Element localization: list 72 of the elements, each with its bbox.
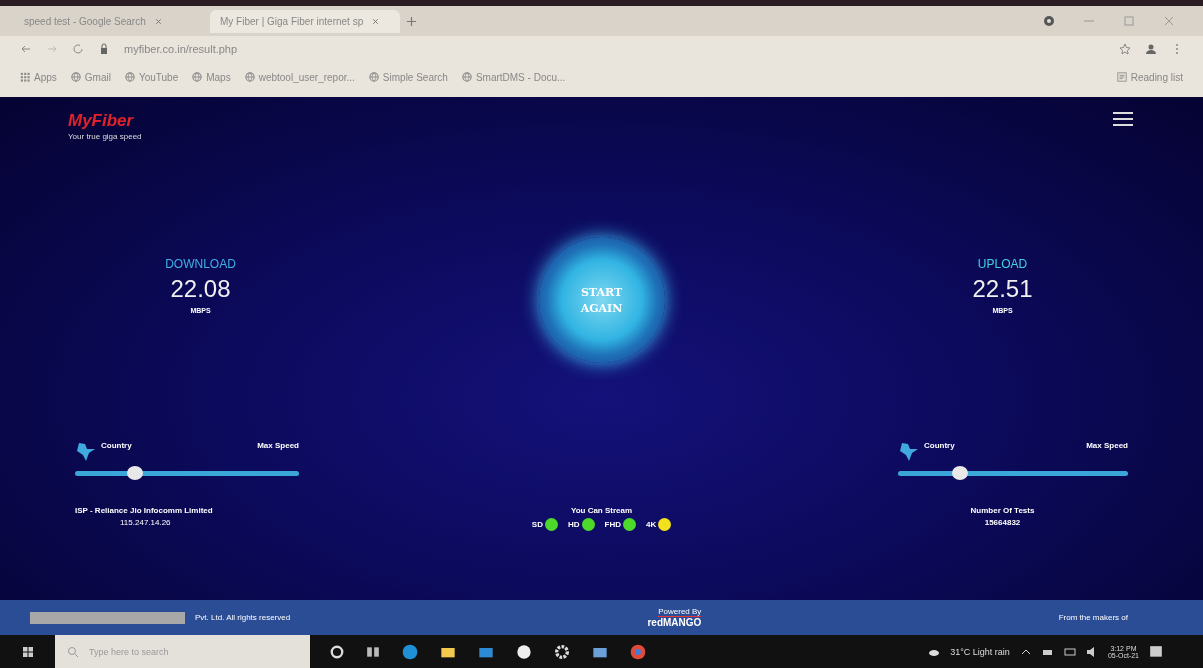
tests-count: 15664832: [984, 518, 1021, 527]
upload-speed: 22.51: [972, 275, 1033, 303]
circle-icon: [330, 644, 344, 659]
browser-tab[interactable]: speed test - Google Search: [14, 9, 204, 33]
logo: MyFiber: [68, 111, 135, 131]
profile-icon: [1145, 43, 1157, 55]
stream-quality: SD: [531, 520, 543, 529]
logo-tagline: Your true giga speed: [68, 132, 142, 141]
stream-quality: FHD: [604, 520, 621, 529]
max-speed-label: Max Speed: [257, 441, 299, 450]
stream-quality: HD: [567, 520, 580, 529]
download-label: DOWNLOAD: [165, 257, 236, 271]
map-icon: [898, 441, 920, 463]
stream-quality: 4K: [645, 520, 657, 529]
close-icon: [153, 16, 163, 26]
close-icon: [371, 16, 381, 26]
bookmark[interactable]: webtool_user_repor...: [244, 71, 355, 83]
gear-icon: [554, 643, 570, 660]
max-speed-label: Max Speed: [1086, 441, 1128, 450]
apps-grid-icon: [20, 72, 30, 82]
copyright: Pvt. Ltd. All rights reserved: [195, 613, 291, 622]
bookmark[interactable]: Apps: [20, 71, 57, 83]
close-icon: [1163, 15, 1175, 27]
download-speed: 22.08: [170, 275, 231, 303]
globe-icon: [368, 72, 379, 82]
powered-by: Powered By: [658, 607, 702, 617]
task-view-icon: [366, 644, 380, 659]
search-icon: [67, 645, 79, 658]
brand-logo: redMANGO: [647, 617, 702, 628]
back-icon: [20, 43, 32, 55]
bookmark[interactable]: Simple Search: [368, 71, 448, 83]
globe-icon: [124, 72, 135, 82]
browser-tab[interactable]: My Fiber | Giga Fiber internet sp: [210, 9, 400, 33]
network-icon: [1063, 645, 1076, 658]
forward-icon: [46, 43, 58, 55]
start-again-button[interactable]: START AGAIN: [538, 237, 665, 363]
chrome-icon: [630, 643, 646, 660]
slider-thumb[interactable]: [952, 466, 969, 480]
windows-icon: [21, 645, 34, 658]
search-field[interactable]: Type here to search: [55, 635, 310, 668]
plus-icon: [406, 15, 417, 27]
star-icon: [1119, 43, 1131, 55]
maximize-icon: [1123, 15, 1135, 27]
stream-title: You Can Stream: [570, 506, 633, 515]
notification-icon: [1149, 644, 1163, 659]
bookmark[interactable]: SmartDMS - Docu...: [461, 71, 566, 83]
tests-label: Number Of Tests: [970, 506, 1035, 515]
bookmark[interactable]: YouTube: [124, 71, 179, 83]
profile-icon: [1043, 15, 1055, 27]
country-label: Country: [101, 441, 132, 450]
country-label: Country: [924, 441, 955, 450]
globe-icon: [461, 72, 472, 82]
slider-thumb[interactable]: [127, 466, 144, 480]
makers-text: From the makers of: [1058, 613, 1128, 622]
map-icon: [75, 441, 97, 463]
app-icon: [516, 643, 532, 660]
browser-icon: [402, 643, 418, 660]
globe-icon: [192, 72, 203, 82]
upload-label: UPLOAD: [977, 257, 1028, 271]
ip-address: 115.247.14.26: [119, 518, 171, 527]
bookmark[interactable]: Gmail: [70, 71, 111, 83]
globe-icon: [244, 72, 255, 82]
reading-list-button[interactable]: Reading list: [1116, 71, 1183, 83]
weather-text: 31°C Light rain: [950, 646, 1010, 657]
address-field[interactable]: myfiber.co.in/result.php: [124, 43, 238, 55]
reload-icon: [72, 43, 84, 55]
isp-name: ISP - Reliance Jio Infocomm Limited: [75, 506, 213, 515]
reading-list-icon: [1116, 72, 1127, 82]
globe-icon: [70, 72, 81, 82]
bookmark[interactable]: Maps: [192, 71, 231, 83]
lock-icon: [98, 43, 110, 55]
menu-icon[interactable]: [1113, 111, 1133, 127]
